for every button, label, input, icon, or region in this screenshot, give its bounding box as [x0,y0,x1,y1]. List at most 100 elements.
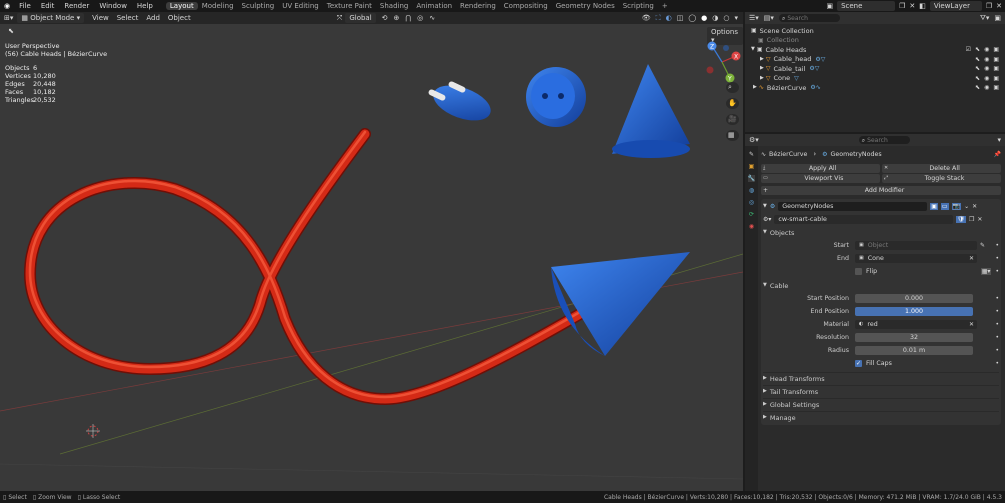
tab-scripting[interactable]: Scripting [619,2,658,10]
node-group-browse-icon[interactable]: ⚙▾ [763,216,771,223]
filter-display-icon[interactable]: ▤▾ [764,14,774,22]
eye-icon[interactable]: ◉ [984,65,989,72]
outliner-item-collection[interactable]: ▣ Collection [751,36,999,46]
start-object-field[interactable]: ▣ Object [855,241,977,250]
outliner-item-cable-tail[interactable]: ▶ ▽ Cable_tail ⚙▽ ⬉ ◉ ▣ [751,64,999,74]
camera-render-icon[interactable]: ▣ [993,56,999,63]
xray-icon[interactable]: ◫ [677,14,684,22]
eye-icon[interactable]: ◉ [984,75,989,82]
select-tool-icon[interactable]: ⬉ [8,28,14,35]
outliner-item-bezier-curve[interactable]: ▶ ∿ BézierCurve ⚙∿ ⬉ ◉ ▣ [751,83,999,93]
solid-shading-icon[interactable]: ● [701,14,707,22]
keyframe-dot-icon[interactable]: • [995,295,999,302]
close-icon[interactable]: ✕ [969,321,977,328]
chevron-right-icon[interactable]: ▶ [760,65,764,72]
tab-modeling[interactable]: Modeling [198,2,238,10]
viewport-vis-button[interactable]: ▭ Viewport Vis [761,174,880,183]
eye-icon[interactable]: ◉ [984,84,989,91]
view-layer-selector[interactable]: ViewLayer [929,1,982,11]
options-icon[interactable]: ▾ [997,136,1001,144]
copy-icon[interactable]: ❐ [899,2,905,10]
apply-all-button[interactable]: ⤓ Apply All [761,164,880,173]
toggle-stack-button[interactable]: ⤢ Toggle Stack [882,174,1001,183]
menu-window[interactable]: Window [94,2,132,10]
camera-render-icon[interactable]: ▣ [993,65,999,72]
menu-object[interactable]: Object [164,14,195,22]
tab-rendering[interactable]: Rendering [456,2,500,10]
start-position-field[interactable]: 0.000 [855,294,973,303]
fake-user-icon[interactable]: 🛡 [956,216,967,223]
properties-editor-icon[interactable]: ⚙▾ [749,136,759,144]
rendered-shading-icon[interactable]: ○ [723,14,729,22]
keyframe-dot-icon[interactable]: • [995,242,999,249]
camera-render-icon[interactable]: ▣ [993,84,999,91]
scene-selector[interactable]: Scene [837,1,896,11]
outliner-item-scene-collection[interactable]: ▣ Scene Collection [751,26,999,36]
material-field[interactable]: ◐ red ✕ [855,320,977,329]
close-icon[interactable]: ✕ [972,203,977,210]
material-tab-icon[interactable]: ◉ [749,223,754,230]
tab-geometry-nodes[interactable]: Geometry Nodes [552,2,619,10]
select-arrow-icon[interactable]: ⬉ [975,84,980,91]
manage-panel[interactable]: ▶ Manage [763,411,999,423]
grid-view-icon[interactable]: ▦ [726,130,739,141]
menu-file[interactable]: File [14,2,36,10]
tab-layout[interactable]: Layout [165,2,198,10]
cable-panel-header[interactable]: ▼ Cable [763,280,999,291]
shading-options-icon[interactable]: ▾ [734,14,738,22]
pivot-icon[interactable]: ⟲ [382,14,388,22]
material-shading-icon[interactable]: ◑ [712,14,718,22]
editor-type-icon[interactable]: ⊞▾ [0,14,17,22]
add-workspace-button[interactable]: + [658,2,672,10]
menu-edit[interactable]: Edit [36,2,60,10]
objects-panel-header[interactable]: ▼ Objects [763,227,999,238]
eye-icon[interactable]: ◉ [984,56,989,63]
select-arrow-icon[interactable]: ⬉ [975,65,980,72]
mode-selector[interactable]: ▦ Object Mode ▾ [17,13,85,23]
keyframe-dot-icon[interactable]: • [995,321,999,328]
checkbox-icon[interactable]: ☑ [966,46,971,53]
add-modifier-button[interactable]: + Add Modifier [761,186,1001,195]
tail-transforms-panel[interactable]: ▶ Tail Transforms [763,385,999,397]
orientation-icon[interactable]: ⤧ [337,14,343,22]
render-icon[interactable]: 📷 [951,203,962,210]
eyedropper-icon[interactable]: ✎ [980,242,985,249]
gizmo-icon[interactable]: ⛶ [656,14,661,22]
wireframe-shading-icon[interactable]: ◯ [688,14,696,22]
render-tab-icon[interactable]: ▣ [749,163,755,170]
menu-select[interactable]: Select [113,14,143,22]
chevron-right-icon[interactable]: ▶ [753,84,757,91]
wave-icon[interactable]: ∿ [429,14,435,22]
tab-sculpting[interactable]: Sculpting [238,2,279,10]
menu-add[interactable]: Add [142,14,164,22]
proportional-edit-icon[interactable]: ◎ [417,14,423,22]
eye-icon[interactable]: ◉ [984,46,989,53]
end-position-field[interactable]: 1.000 [855,307,973,316]
outliner-editor-icon[interactable]: ☰▾ [749,14,759,22]
close-icon[interactable]: ✕ [969,255,977,262]
physics-tab-icon[interactable]: ◎ [749,199,754,206]
dropdown-icon[interactable]: ⌄ [964,203,969,210]
keyframe-dot-icon[interactable]: • [995,255,999,262]
head-transforms-panel[interactable]: ▶ Head Transforms [763,372,999,384]
modifier-tab-icon[interactable]: 🔧 [747,175,756,182]
tab-shading[interactable]: Shading [376,2,412,10]
transform-orientation-selector[interactable]: Global [345,13,376,23]
modifier-name-field[interactable]: GeometryNodes [778,202,928,211]
outliner-search-field[interactable]: ⌕ Search [778,14,840,22]
menu-help[interactable]: Help [132,2,158,10]
chevron-down-icon[interactable]: ▼ [763,203,767,210]
keyframe-dot-icon[interactable]: • [995,347,999,354]
end-object-field[interactable]: ▣ Cone ✕ [855,254,977,263]
close-icon[interactable]: ✕ [996,2,1005,10]
properties-search-field[interactable]: ⌕ Search [858,136,910,144]
fill-caps-checkbox[interactable]: ✓ [855,360,862,367]
3d-viewport[interactable]: ⬉ User Perspective (56) Cable Heads | Bé… [0,24,743,491]
menu-view[interactable]: View [88,14,113,22]
navigation-gizmo[interactable]: X Z Y [702,38,742,88]
zoom-icon[interactable]: ⌕ [726,82,739,93]
outliner-item-cable-heads[interactable]: ▼ ▣ Cable Heads ☑ ⬉ ◉ ▣ [751,45,999,55]
node-group-field[interactable]: cw-smart-cable [774,215,954,224]
delete-all-button[interactable]: ✕ Delete All [882,164,1001,173]
keyframe-dot-icon[interactable]: • [995,308,999,315]
